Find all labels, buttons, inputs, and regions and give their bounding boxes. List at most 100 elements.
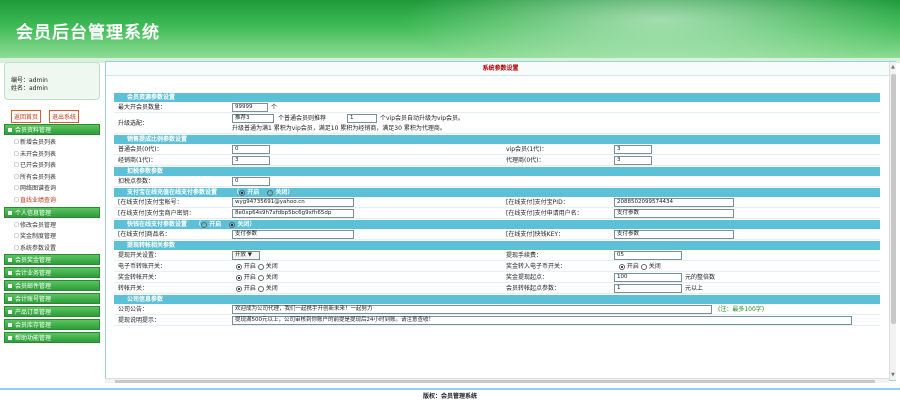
upgrade-input-a[interactable]: 推荐3 xyxy=(232,114,274,123)
withdraw-tip-input[interactable]: 提现满500元以上，公司审核到你账户的前提是提现后24小时到账。请注意查收！ xyxy=(232,316,852,325)
transfer-radios: 开启 关闭 xyxy=(236,283,278,294)
min-rebuy-input[interactable]: 1 xyxy=(614,284,682,293)
nav-item[interactable]: 修改会员管理 xyxy=(4,220,100,232)
nav-item[interactable]: 系统参数设置 xyxy=(4,243,100,255)
settings-form: 会员资源参数设置 最大开会员数量： 99999 个 升级选配： 推荐3 个普通会… xyxy=(114,92,880,326)
nav-group[interactable]: 帮助功能管理 xyxy=(4,332,100,344)
nav-item[interactable]: 未开会员列表 xyxy=(4,149,100,161)
app-header: 会员后台管理系统 xyxy=(0,0,900,58)
field-label: 提现说明提示： xyxy=(118,317,161,324)
copyright: 版权：会员管理系统 xyxy=(422,393,477,400)
radio-icon[interactable] xyxy=(236,263,242,270)
form-row: [在线支付]支付宝帐号： wyg94735691@yahoo.cn [在线支付]… xyxy=(114,197,880,208)
horizontal-scrollbar[interactable] xyxy=(105,378,889,383)
alipay-name-input[interactable]: 支付参数 xyxy=(614,209,734,218)
scroll-thumb[interactable] xyxy=(115,380,875,383)
radio-icon[interactable] xyxy=(236,274,242,281)
nav-group[interactable]: 会计业务管理 xyxy=(4,267,100,279)
bonus-radios: 开启 关闭 xyxy=(236,272,278,283)
bonus-ewallet-radios: 开启 关闭 xyxy=(619,261,661,272)
nav-item[interactable]: 奖金制度管理 xyxy=(4,231,100,243)
scroll-thumb[interactable] xyxy=(891,74,896,324)
field-label: [在线支付]支付申请用户名： xyxy=(506,210,583,217)
section-header: 提现转帐相关参数 xyxy=(114,241,880,250)
nav-item[interactable]: 网络图谱查询 xyxy=(4,183,100,195)
option-label: 关闭 xyxy=(265,285,278,292)
option-label: 开启 xyxy=(247,189,260,196)
radio-icon[interactable] xyxy=(257,274,264,281)
kq-key-input[interactable]: 支付参数 xyxy=(614,230,734,239)
field-label: [在线支付]商品名： xyxy=(118,231,171,238)
section-header: 销售提成比例参数设置 xyxy=(114,135,880,144)
field-label: 提现开关设置： xyxy=(118,252,161,259)
nav-group[interactable]: 会计账号管理 xyxy=(4,293,100,305)
nav-group-member[interactable]: 会员资料管理 xyxy=(4,124,100,135)
radio-icon[interactable] xyxy=(619,263,625,270)
vip-input[interactable]: 3 xyxy=(614,145,652,154)
home-button[interactable]: 返回首页 xyxy=(11,110,42,123)
field-label: 最大开会员数量： xyxy=(118,104,167,111)
agent-input[interactable]: 3 xyxy=(614,156,652,165)
nav-group[interactable]: 会员奖金管理 xyxy=(4,254,100,266)
form-row: 公司公告： 欢迎成为公司代理，我们一起携手开创新未来！一起努力 (注：最多100… xyxy=(114,304,880,315)
radio-icon[interactable] xyxy=(267,189,274,196)
unit-label: 个 xyxy=(271,104,278,111)
nav-group[interactable]: 会员邮件管理 xyxy=(4,280,100,292)
tax-input[interactable]: 0 xyxy=(232,177,270,186)
alipay-account-input[interactable]: wyg94735691@yahoo.cn xyxy=(232,198,354,207)
nav-group[interactable]: 会员库存管理 xyxy=(4,319,100,331)
vertical-scrollbar[interactable]: ▲ ▼ xyxy=(889,62,896,380)
option-label: 开启 xyxy=(243,263,256,270)
field-label: 升级选配： xyxy=(118,120,149,127)
alipay-on-option[interactable]: （ 开启 xyxy=(233,189,259,196)
max-open-input[interactable]: 99999 xyxy=(232,103,268,112)
min-withdraw-input[interactable]: 100 xyxy=(614,273,682,282)
company-notice-input[interactable]: 欢迎成为公司代理，我们一起携手开创新未来！一起努力 xyxy=(232,305,712,314)
alipay-key-input[interactable]: 8e0xp64s9h7xfdbp5bc6g9xfh65dp xyxy=(232,209,354,218)
withdraw-fee-input[interactable]: 05 xyxy=(614,251,682,260)
field-label: [在线支付]支付宝PID： xyxy=(506,199,569,206)
logout-button[interactable]: 退出系统 xyxy=(48,110,79,123)
form-row: 电子币转账开关： 开启 关闭 奖金转入电子币开关： 开启 关闭 xyxy=(114,261,880,272)
kq-account-input[interactable]: 支付参数 xyxy=(232,230,354,239)
nav-group-personal[interactable]: 个人信息管理 xyxy=(4,206,100,218)
form-row: 提现说明提示： 提现满500元以上，公司审核到你账户的前提是提现后24小时到账。… xyxy=(114,315,880,326)
radio-icon[interactable] xyxy=(257,263,264,270)
settings-panel: 系统参数设置 会员资源参数设置 最大开会员数量： 99999 个 升级选配： 推… xyxy=(105,61,896,381)
field-label: [在线支付]快钱KEY： xyxy=(506,231,565,238)
alipay-off-option[interactable]: 关闭） xyxy=(267,189,293,196)
nav-item[interactable]: 直线业绩查询 xyxy=(4,195,100,207)
radio-icon[interactable] xyxy=(201,221,208,228)
nav-item[interactable]: 已开会员列表 xyxy=(4,160,100,172)
radio-icon[interactable] xyxy=(257,285,264,292)
radio-icon[interactable] xyxy=(239,189,246,196)
ewallet-radios: 开启 关闭 xyxy=(236,261,278,272)
user-name: 姓名：admin xyxy=(11,85,48,92)
dealer-input[interactable]: 3 xyxy=(232,156,270,165)
nav-item[interactable]: 新增会员列表 xyxy=(4,137,100,149)
form-row: [在线支付]支付宝商户密钥： 8e0xp64s9h7xfdbp5bc6g9xfh… xyxy=(114,208,880,219)
upgrade-input-b[interactable]: 1 xyxy=(347,114,377,123)
normal-vip-input[interactable]: 0 xyxy=(232,145,270,154)
field-label: 普通会员(0代)： xyxy=(118,146,163,153)
radio-icon[interactable] xyxy=(229,221,236,228)
field-label: 转帐开关： xyxy=(118,285,149,292)
section-header: 快钱在线支付参数设置 （ 开启 关闭） xyxy=(114,220,880,229)
radio-icon[interactable] xyxy=(236,285,242,292)
radio-icon[interactable] xyxy=(640,263,647,270)
withdraw-select[interactable]: 开放 ▼ xyxy=(232,251,260,260)
scroll-up-icon[interactable]: ▲ xyxy=(891,64,895,70)
kq-off-option[interactable]: 关闭） xyxy=(229,221,255,228)
user-id: 编号：admin xyxy=(11,77,48,84)
kq-on-option[interactable]: （ 开启 xyxy=(195,221,221,228)
field-label: 电子币转账开关： xyxy=(118,263,167,270)
scroll-down-icon[interactable]: ▼ xyxy=(891,372,895,378)
nav-group[interactable]: 产品订单管理 xyxy=(4,306,100,318)
form-row: 奖金转帐开关： 开启 关闭 奖金提现起点： 100 元的整倍数 xyxy=(114,272,880,283)
nav-item[interactable]: 所有会员列表 xyxy=(4,172,100,184)
app-title: 会员后台管理系统 xyxy=(16,23,160,43)
section-title: 快钱在线支付参数设置 xyxy=(127,221,188,228)
unit-label: 元以上 xyxy=(685,285,704,292)
field-label: 扣税点参数： xyxy=(118,178,155,185)
alipay-pid-input[interactable]: 2088502099574434 xyxy=(614,198,734,207)
